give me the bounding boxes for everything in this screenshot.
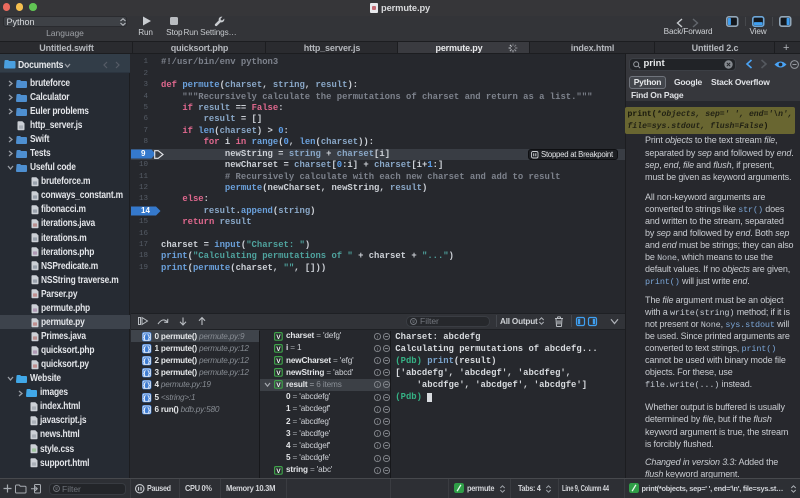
svg-text:{}: {} <box>143 395 151 402</box>
svg-text:V: V <box>276 346 281 353</box>
svg-text:V: V <box>276 333 281 340</box>
svg-text:V: V <box>276 468 281 475</box>
svg-text:{}: {} <box>143 346 151 353</box>
svg-text:{}: {} <box>143 334 151 341</box>
svg-text:V: V <box>276 370 281 377</box>
svg-text:{}: {} <box>143 358 151 365</box>
svg-text:V: V <box>276 382 281 389</box>
svg-text:{}: {} <box>143 382 151 389</box>
svg-text:{}: {} <box>143 407 151 414</box>
svg-text:V: V <box>276 358 281 365</box>
svg-text:{}: {} <box>143 370 151 377</box>
